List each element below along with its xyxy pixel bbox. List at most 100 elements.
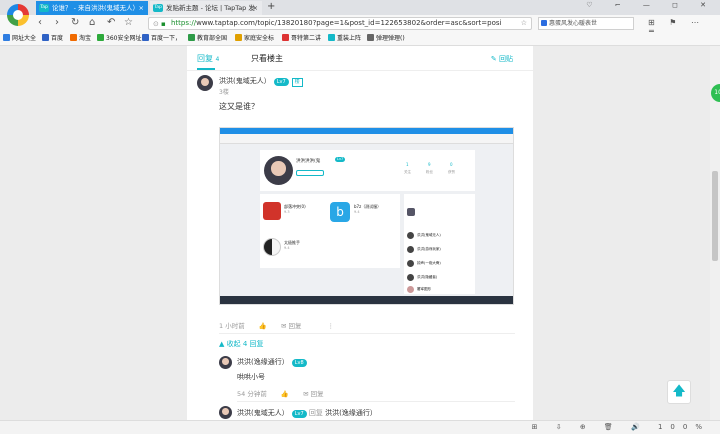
shot-game-icon: b xyxy=(330,202,350,222)
reload-icon[interactable]: ↻ xyxy=(71,17,79,29)
like-icon[interactable]: 👍 xyxy=(259,322,267,330)
shot-username: 洪洪洪洪(鬼 xyxy=(296,159,321,164)
more-icon[interactable]: ⋮ xyxy=(328,322,335,330)
close-icon[interactable]: × xyxy=(253,1,258,15)
page-icon: ⊙ xyxy=(153,20,159,28)
reply-label: 回复 xyxy=(308,409,323,417)
avatar xyxy=(407,286,414,293)
shot-yinyang-icon xyxy=(263,238,281,256)
post-author[interactable]: 洪洪(鬼域无人） Lv7 楼 xyxy=(219,76,303,87)
shot-avatar xyxy=(264,156,293,185)
avatar[interactable] xyxy=(219,406,232,419)
subreply-text: 哄哄小号 xyxy=(237,373,265,381)
browser-logo-icon[interactable] xyxy=(7,4,29,26)
bookmark-item[interactable]: 淘宝 xyxy=(70,32,91,46)
bookmarks-bar: 网址大全 百度 淘宝 360安全网址 百度一下， 教育部全国 家庭安全标 哥特第… xyxy=(0,32,720,46)
shot-side-item: 屠宰图形 xyxy=(417,287,431,291)
shot-side-item: 洪洪(鬼域无人) xyxy=(417,233,441,237)
divider xyxy=(187,70,533,71)
shot-level: Lv7 xyxy=(335,157,346,162)
subreply-time: 54 分钟前 xyxy=(237,390,267,398)
collapse-replies-link[interactable]: ▲ 收起 4 回复 xyxy=(219,339,264,349)
back-icon[interactable]: ‹ xyxy=(38,17,42,29)
window-controls[interactable]: ♡ ⌐ — ◻ ✕ xyxy=(586,1,716,9)
status-icons[interactable]: ⊞ ⇩ ⊕ 🗑 🔊 100% xyxy=(532,423,710,431)
shot-games-panel: 部落冲突(0) 9.3 b b7z（测试服） 9.4 太极推手 9.4 xyxy=(260,194,400,268)
shot-nav-bar xyxy=(220,134,513,144)
subreply-author[interactable]: 洪洪(逸缘通行） Lv8 xyxy=(237,357,307,367)
bookmark-star-icon[interactable]: ☆ xyxy=(124,17,133,29)
scrollbar[interactable] xyxy=(710,46,720,434)
shot-side-item: 洪洪(游戏玩家) xyxy=(417,247,441,251)
shot-side-item: 钟声(一炮大骨) xyxy=(417,261,441,265)
navigation-bar: ‹ › ↻ ⌂ ↶ ☆ ⊙ ▪ https://www.taptap.com/t… xyxy=(0,15,720,36)
reply-button[interactable]: ✎ 回贴 xyxy=(491,54,513,64)
search-box[interactable]: 惠蛋风发心暖表世 xyxy=(538,17,634,30)
reply-link[interactable]: ✉ 回复 xyxy=(303,390,336,398)
browser-tab-bar: Tap 论谁？ - 来自洪洪(鬼域无人） × Tap 发贴新主题 - 论坛 | … xyxy=(0,0,720,15)
owner-badge: 楼 xyxy=(291,78,303,87)
tab-owner-only[interactable]: 只看楼主 xyxy=(251,53,283,64)
url-scheme: https:// xyxy=(171,19,197,27)
reply-link[interactable]: ✉ 回复 xyxy=(281,322,314,330)
scrollbar-thumb[interactable] xyxy=(712,171,718,261)
tab-title: 发贴新主题 - 论坛 | TapTap 发 xyxy=(166,4,255,12)
level-badge: Lv8 xyxy=(291,359,307,367)
url-path: www.taptap.com/topic/13820180?page=1&pos… xyxy=(196,19,502,27)
close-icon[interactable]: × xyxy=(139,1,144,15)
post-text: 这又是谁？ xyxy=(219,102,259,111)
shot-game-score: 9.4 xyxy=(284,246,290,250)
back-to-top-button[interactable]: 🡅 xyxy=(667,380,691,404)
level-badge: Lv7 xyxy=(273,78,289,86)
post-page: 回复 4 只看楼主 ✎ 回贴 洪洪(鬼域无人） Lv7 楼 3楼 这又是谁？ 洪洪洪… xyxy=(187,46,533,434)
tab-active[interactable]: Tap 论谁？ - 来自洪洪(鬼域无人） × xyxy=(36,1,148,15)
shot-taskbar xyxy=(220,296,513,304)
shot-game-score: 9.4 xyxy=(354,210,360,214)
shot-side-icon xyxy=(407,208,415,216)
subreply-author[interactable]: 洪洪(鬼域无人） Lv7 回复 洪洪(逸缘通行） xyxy=(237,408,377,418)
subreply-meta: 54 分钟前 👍 ✉ 回复 xyxy=(237,388,348,398)
shot-side-item: 洪洪(隐藏者) xyxy=(417,275,438,279)
avatar[interactable] xyxy=(219,356,232,369)
tab-replies[interactable]: 回复 4 xyxy=(197,53,219,64)
shot-game-score: 9.3 xyxy=(284,210,290,214)
shot-sidebar: 洪洪(鬼域无人) 洪洪(游戏玩家) 钟声(一炮大骨) 洪洪(隐藏者) 屠宰图形 xyxy=(404,194,475,294)
lock-icon: ▪ xyxy=(161,20,166,28)
avatar[interactable] xyxy=(197,75,213,91)
bookmark-item[interactable]: 百度一下， xyxy=(142,32,181,46)
level-badge: Lv7 xyxy=(291,410,307,418)
shot-profile-card: 洪洪洪洪(鬼 Lv7 1 9 0 关注 粉丝 获赞 xyxy=(260,150,475,191)
post-time: 1 小时前 xyxy=(219,322,245,330)
bookmark-item[interactable]: 弹理弹理() xyxy=(367,32,405,46)
divider xyxy=(237,401,515,402)
taptap-icon: Tap xyxy=(153,4,163,12)
history-icon[interactable]: ↶ xyxy=(107,17,115,29)
embedded-screenshot[interactable]: 洪洪洪洪(鬼 Lv7 1 9 0 关注 粉丝 获赞 部落冲突(0) 9.3 b … xyxy=(219,127,514,305)
bookmark-item[interactable]: 网址大全 xyxy=(3,32,36,46)
avatar xyxy=(407,274,414,281)
status-bar: ⊞ ⇩ ⊕ 🗑 🔊 100% xyxy=(0,420,720,434)
reply-target[interactable]: 洪洪(逸缘通行） xyxy=(325,409,377,417)
like-icon[interactable]: 👍 xyxy=(281,390,289,398)
floor-number: 3楼 xyxy=(219,89,229,96)
bookmark-item[interactable]: 教育部全国 xyxy=(188,32,227,46)
bookmark-item[interactable]: 360安全网址 xyxy=(97,32,141,46)
home-icon[interactable]: ⌂ xyxy=(89,17,95,29)
avatar xyxy=(407,246,414,253)
search-text: 惠蛋风发心暖表世 xyxy=(549,20,598,27)
forward-icon[interactable]: › xyxy=(55,17,59,29)
shot-follow-button xyxy=(296,170,324,176)
tab-title: 论谁？ - 来自洪洪(鬼域无人） xyxy=(52,4,140,12)
taptap-icon: Tap xyxy=(39,4,49,12)
divider xyxy=(219,333,515,334)
star-icon[interactable]: ☆ xyxy=(521,18,527,29)
bookmark-item[interactable]: 百度 xyxy=(42,32,63,46)
bookmark-item[interactable]: 家庭安全标 xyxy=(235,32,274,46)
bookmark-item[interactable]: 哥特第二讲 xyxy=(282,32,321,46)
address-bar[interactable]: ⊙ ▪ https://www.taptap.com/topic/1382018… xyxy=(148,17,532,30)
post-meta: 1 小时前 👍 ✉ 回复 ⋮ xyxy=(219,320,346,330)
shot-game-icon xyxy=(263,202,281,220)
bookmark-item[interactable]: 重装上阵 xyxy=(328,32,361,46)
new-tab-button[interactable]: + xyxy=(267,0,275,14)
tab-inactive[interactable]: Tap 发贴新主题 - 论坛 | TapTap 发 × xyxy=(150,1,262,15)
